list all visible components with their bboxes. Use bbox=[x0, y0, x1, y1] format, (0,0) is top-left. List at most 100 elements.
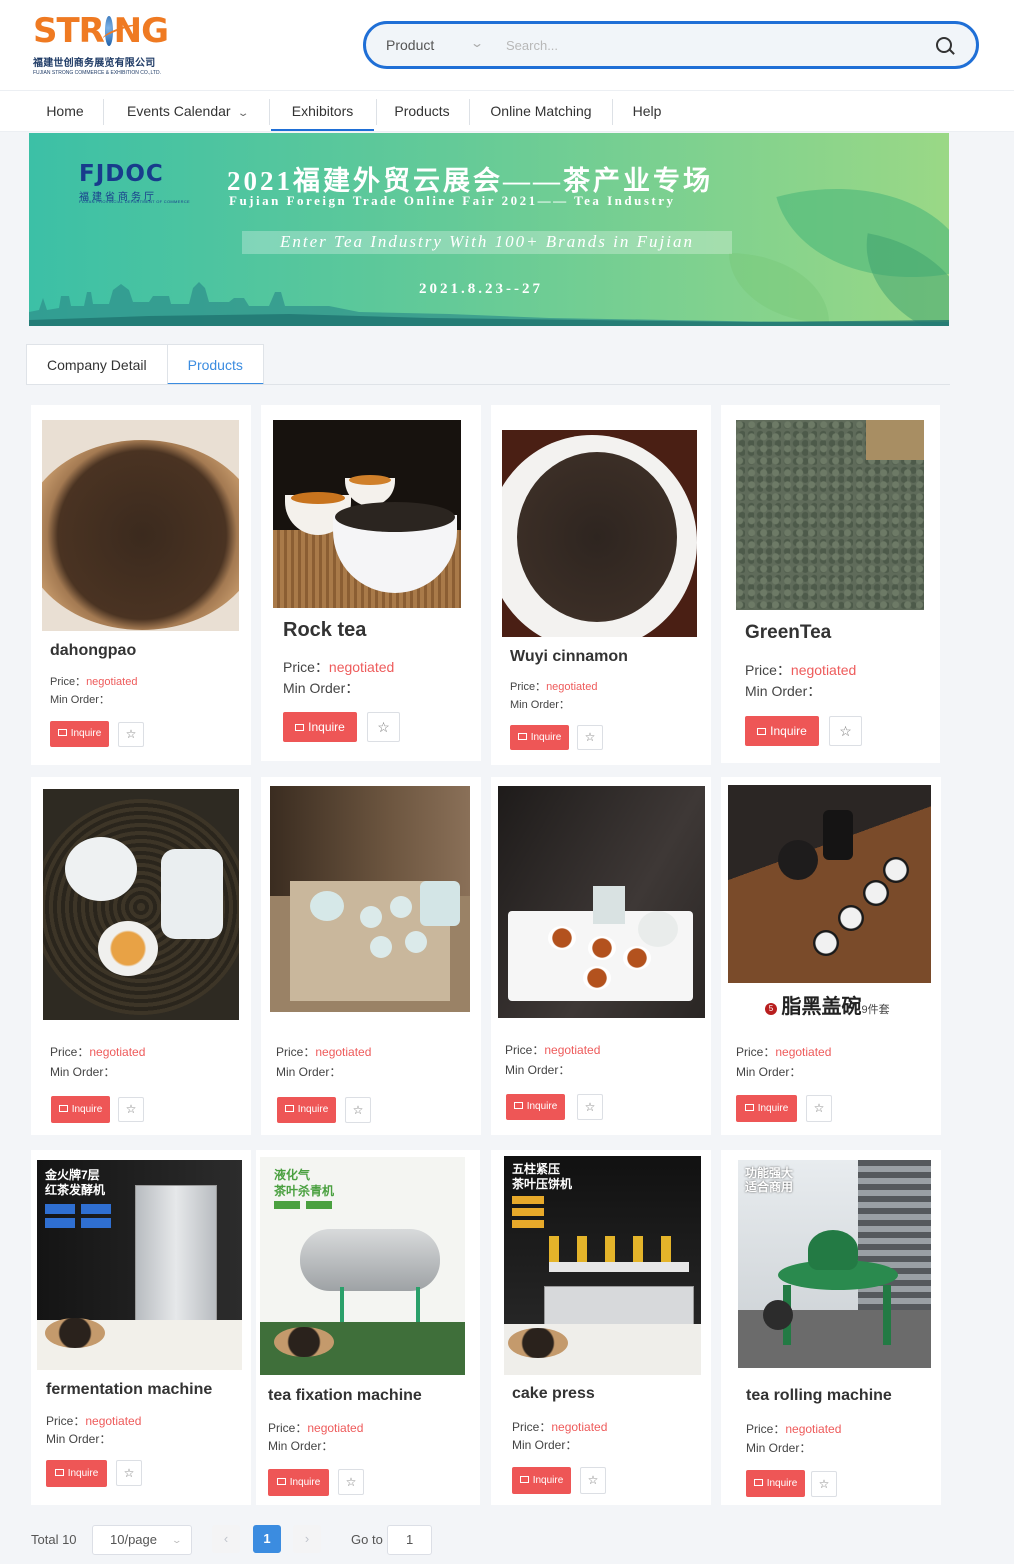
press-columns-graphic bbox=[549, 1236, 689, 1262]
event-banner[interactable]: FJDOC 福建省商务厅 FUJIAN PROVINCIAL DEPARTMEN… bbox=[29, 133, 949, 326]
product-image[interactable] bbox=[270, 786, 470, 1012]
favorite-star-button[interactable]: ☆ bbox=[577, 1094, 603, 1120]
product-card[interactable]: GreenTea Price：negotiated Min Order： Inq… bbox=[721, 405, 940, 763]
favorite-star-button[interactable]: ☆ bbox=[829, 716, 862, 746]
price-label: Price： bbox=[746, 1422, 786, 1436]
product-card[interactable]: Price：negotiated Min Order： Inquire ☆ bbox=[491, 777, 711, 1135]
product-price: Price：negotiated bbox=[512, 1418, 607, 1435]
tab-products[interactable]: Products bbox=[166, 344, 264, 385]
nav-home[interactable]: Home bbox=[30, 91, 100, 131]
page-number-button[interactable]: 1 bbox=[253, 1525, 281, 1553]
search-input[interactable] bbox=[506, 34, 906, 56]
inquire-button[interactable]: Inquire bbox=[283, 712, 357, 742]
product-name[interactable]: fermentation machine bbox=[46, 1381, 212, 1399]
inquire-button[interactable]: Inquire bbox=[46, 1460, 107, 1487]
product-card[interactable]: Wuyi cinnamon Price：negotiated Min Order… bbox=[491, 405, 711, 765]
inquire-button[interactable]: Inquire bbox=[506, 1094, 565, 1120]
nav-online-matching[interactable]: Online Matching bbox=[472, 91, 610, 131]
chevron-down-icon: ⌄ bbox=[236, 108, 250, 119]
gaiwan-graphic bbox=[65, 837, 137, 901]
teapot-graphic bbox=[638, 911, 678, 947]
inquire-button[interactable]: Inquire bbox=[736, 1095, 797, 1122]
product-min-order: Min Order： bbox=[46, 1432, 112, 1446]
image-text-line: 茶叶杀青机 bbox=[274, 1184, 335, 1198]
inquire-button[interactable]: Inquire bbox=[51, 1096, 110, 1123]
mail-icon bbox=[744, 1104, 754, 1111]
chevron-down-icon[interactable]: ⌄ bbox=[470, 36, 484, 50]
product-card[interactable]: Price：negotiated Min Order： Inquire ☆ bbox=[31, 777, 251, 1135]
gaiwan-graphic bbox=[778, 840, 818, 880]
product-image[interactable]: 液化气 茶叶杀青机 bbox=[260, 1157, 465, 1375]
nav-exhibitors-label: Exhibitors bbox=[291, 103, 354, 119]
product-card[interactable]: 5 脂黑盖碗9件套 Price：negotiated Min Order： In… bbox=[721, 777, 941, 1135]
product-image[interactable] bbox=[42, 420, 239, 631]
product-name[interactable]: GreenTea bbox=[745, 622, 831, 644]
product-name[interactable]: cake press bbox=[512, 1385, 595, 1403]
product-card[interactable]: 金火牌7层 红茶发酵机 fermentation machine Price：ne… bbox=[31, 1150, 251, 1505]
inquire-button[interactable]: Inquire bbox=[50, 721, 109, 747]
nav-products[interactable]: Products bbox=[378, 91, 466, 131]
product-name[interactable]: Wuyi cinnamon bbox=[510, 648, 628, 666]
product-name[interactable]: tea fixation machine bbox=[268, 1387, 422, 1405]
nav-exhibitors[interactable]: Exhibitors bbox=[271, 91, 374, 131]
product-card[interactable]: Rock tea Price：negotiated Min Order： Inq… bbox=[261, 405, 481, 761]
price-label: Price： bbox=[283, 659, 329, 675]
inquire-button[interactable]: Inquire bbox=[512, 1467, 571, 1494]
product-image[interactable] bbox=[736, 420, 924, 610]
prev-page-button[interactable]: ‹ bbox=[212, 1525, 240, 1553]
inquire-button[interactable]: Inquire bbox=[277, 1097, 336, 1123]
page-size-select[interactable]: 10/page ⌄ bbox=[92, 1525, 192, 1555]
product-name[interactable]: Rock tea bbox=[283, 619, 366, 642]
product-card[interactable]: Price：negotiated Min Order： Inquire ☆ bbox=[261, 777, 481, 1135]
product-image[interactable]: 金火牌7层 红茶发酵机 bbox=[37, 1160, 242, 1370]
favorite-star-button[interactable]: ☆ bbox=[116, 1460, 142, 1486]
inquire-button[interactable]: Inquire bbox=[510, 725, 569, 750]
price-value: negotiated bbox=[551, 1420, 608, 1434]
product-card[interactable]: dahongpao Price：negotiated Min Order： In… bbox=[31, 405, 251, 765]
product-card[interactable]: 功能强大 适合商用 tea rolling machine Price：negot… bbox=[721, 1150, 941, 1505]
product-image[interactable] bbox=[273, 420, 461, 608]
product-image[interactable] bbox=[43, 789, 239, 1020]
mail-icon bbox=[58, 1105, 68, 1112]
company-tabs: Company Detail Products bbox=[26, 344, 264, 385]
product-image[interactable] bbox=[728, 785, 931, 983]
nav-help[interactable]: Help bbox=[615, 91, 679, 131]
price-value: negotiated bbox=[785, 1422, 842, 1436]
product-image[interactable]: 五柱紧压 茶叶压饼机 bbox=[504, 1156, 701, 1375]
tab-company-detail[interactable]: Company Detail bbox=[26, 344, 168, 385]
search-type-select[interactable]: Product bbox=[386, 37, 434, 53]
product-image[interactable] bbox=[498, 786, 705, 1018]
company-logo[interactable]: STR NG 福建世创商务展览有限公司 FUJIAN STRONG COMMERC… bbox=[33, 12, 169, 80]
product-image[interactable]: 功能强大 适合商用 bbox=[738, 1160, 931, 1368]
inquire-button[interactable]: Inquire bbox=[745, 716, 819, 746]
product-card[interactable]: 五柱紧压 茶叶压饼机 cake press Price：negotiated Mi… bbox=[491, 1150, 711, 1505]
goto-page-input[interactable]: 1 bbox=[387, 1525, 432, 1555]
nav-online-matching-label: Online Matching bbox=[490, 103, 592, 119]
tea-leaves-graphic bbox=[335, 502, 455, 532]
product-name[interactable]: tea rolling machine bbox=[746, 1387, 892, 1405]
next-page-button[interactable]: › bbox=[293, 1525, 321, 1553]
search-icon[interactable] bbox=[936, 37, 952, 53]
mail-icon bbox=[57, 729, 67, 736]
favorite-star-button[interactable]: ☆ bbox=[580, 1467, 606, 1494]
tea-cup-graphic bbox=[588, 936, 616, 960]
favorite-star-button[interactable]: ☆ bbox=[118, 1097, 144, 1122]
price-value: negotiated bbox=[775, 1045, 832, 1059]
tea-cup-graphic bbox=[863, 880, 889, 906]
favorite-star-button[interactable]: ☆ bbox=[338, 1469, 364, 1495]
inquire-button[interactable]: Inquire bbox=[746, 1470, 805, 1497]
product-name[interactable]: dahongpao bbox=[50, 642, 136, 660]
inquire-label: Inquire bbox=[532, 1475, 564, 1486]
favorite-star-button[interactable]: ☆ bbox=[118, 722, 144, 747]
product-card[interactable]: 液化气 茶叶杀青机 tea fixation machine Price：nego… bbox=[256, 1150, 480, 1505]
favorite-star-button[interactable]: ☆ bbox=[367, 712, 400, 742]
favorite-star-button[interactable]: ☆ bbox=[345, 1097, 371, 1123]
product-image[interactable] bbox=[502, 430, 697, 637]
nav-events-calendar[interactable]: Events Calendar ⌄ bbox=[108, 91, 266, 131]
mail-icon bbox=[284, 1105, 294, 1112]
favorite-star-button[interactable]: ☆ bbox=[577, 725, 603, 750]
price-label: Price： bbox=[50, 1045, 90, 1059]
inquire-button[interactable]: Inquire bbox=[268, 1469, 329, 1496]
favorite-star-button[interactable]: ☆ bbox=[806, 1095, 832, 1122]
favorite-star-button[interactable]: ☆ bbox=[811, 1471, 837, 1497]
